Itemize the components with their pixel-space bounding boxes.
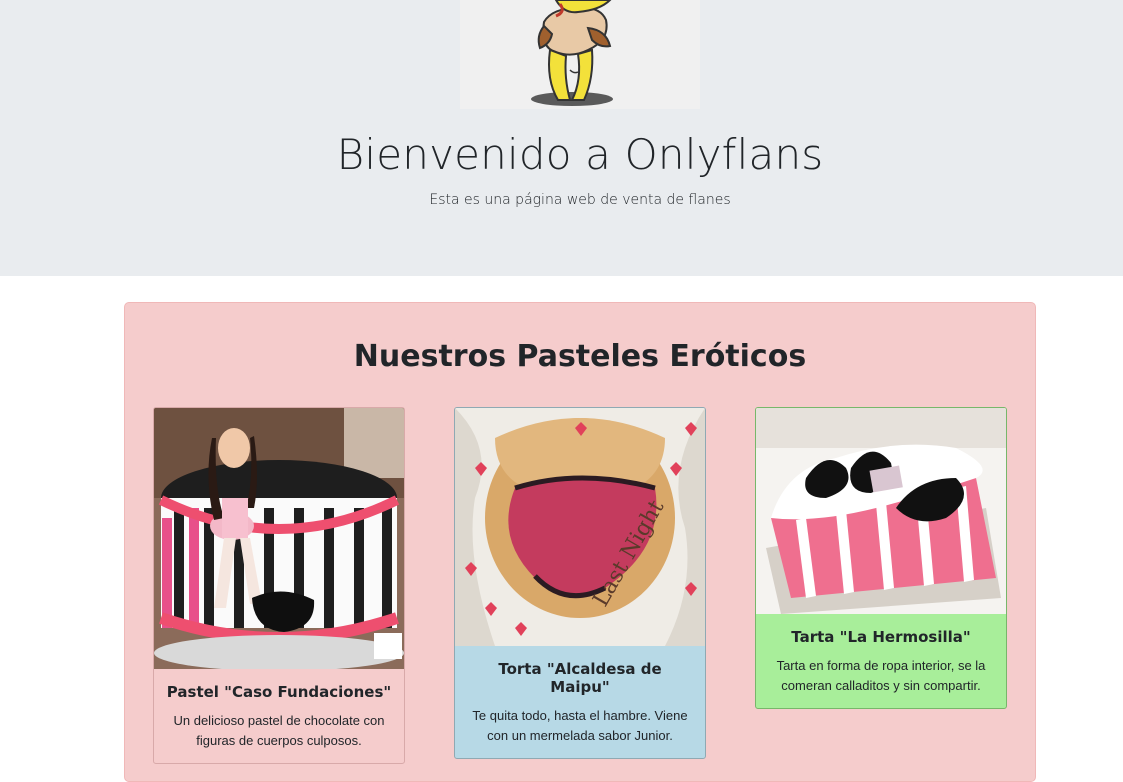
card-title: Tarta "La Hermosilla" [791,628,971,646]
logo-image [460,0,700,109]
product-card: Last Night Torta "Alcaldesa de Maipu" Te… [454,407,706,759]
cake-image [756,408,1006,614]
hero-jumbotron: Bienvenido a Onlyflans Esta es una págin… [0,0,1123,276]
page-title: Bienvenido a Onlyflans [336,130,824,179]
product-card: Pastel "Caso Fundaciones" Un delicioso p… [153,407,405,764]
section-title: Nuestros Pasteles Eróticos [353,339,807,374]
card-text: Un delicioso pastel de chocolate con fig… [173,713,385,748]
card-title: Pastel "Caso Fundaciones" [166,683,392,701]
card-text: Tarta en forma de ropa interior, se la c… [776,658,986,693]
card-text: Te quita todo, hasta el hambre. Viene co… [472,708,688,743]
card-title: Torta "Alcaldesa de Maipu" [498,660,662,696]
product-card: Tarta "La Hermosilla" Tarta en forma de … [755,407,1007,709]
cake-image: Last Night [455,408,705,646]
cakes-section: Nuestros Pasteles Eróticos Pastel "Caso … [124,302,1036,782]
cake-image [154,408,404,669]
page-subtitle: Esta es una página web de venta de flane… [429,192,731,208]
